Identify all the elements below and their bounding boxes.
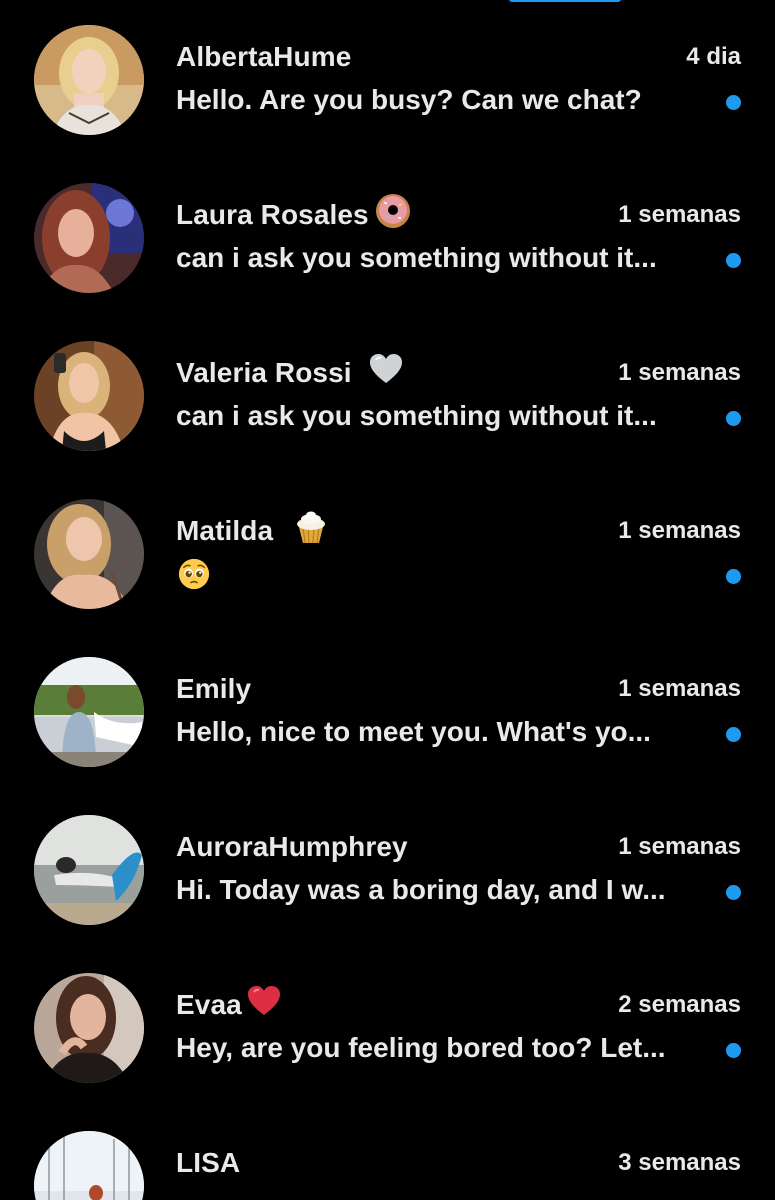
contact-name: Matilda [176,515,274,546]
conversation-row[interactable]: LISA 3 semanas [0,1106,775,1200]
white-heart-icon [370,354,402,383]
message-preview: Hey, are you feeling bored too? Let... [176,1032,666,1063]
timestamp: 1 semanas [618,833,741,860]
unread-indicator [726,1043,741,1058]
message-preview: Hi. Today was a boring day, and I w... [176,874,666,905]
conversation-row[interactable]: Evaa 2 semanas Hey, are you feeling bore… [0,948,775,1106]
timestamp: 1 semanas [618,675,741,702]
avatar[interactable] [34,657,144,767]
contact-name: AlbertaHume [176,41,352,72]
message-preview: can i ask you something without it... [176,400,657,431]
timestamp: 1 semanas [618,517,741,544]
cupcake-icon [297,511,325,544]
message-preview: Hello, nice to meet you. What's yo... [176,716,651,747]
avatar[interactable] [34,499,144,609]
contact-name: Valeria Rossi [176,357,352,388]
contact-name: Evaa [176,989,242,1020]
contact-name: Laura Rosales [176,199,369,230]
conversation-row[interactable]: AlbertaHume 4 dia Hello. Are you busy? C… [0,0,775,158]
unread-indicator [726,95,741,110]
unread-indicator [726,411,741,426]
conversation-row[interactable]: Laura Rosales 1 semanas can i ask you so… [0,158,775,316]
avatar[interactable] [34,815,144,925]
timestamp: 2 semanas [618,991,741,1018]
timestamp: 1 semanas [618,201,741,228]
conversation-row[interactable]: AuroraHumphrey 1 semanas Hi. Today was a… [0,790,775,948]
unread-indicator [726,569,741,584]
avatar[interactable] [34,973,144,1083]
avatar[interactable] [34,25,144,135]
contact-name: LISA [176,1147,241,1178]
timestamp: 1 semanas [618,359,741,386]
unread-indicator [726,727,741,742]
unread-indicator [726,253,741,268]
message-preview: can i ask you something without it... [176,242,657,273]
contact-name: AuroraHumphrey [176,831,408,862]
contact-name: Emily [176,673,252,704]
avatar[interactable] [34,1131,144,1200]
timestamp: 3 semanas [618,1149,741,1176]
donut-icon [376,194,410,228]
pleading-face-icon [178,558,210,590]
avatar[interactable] [34,341,144,451]
conversation-row[interactable]: Valeria Rossi 1 semanas can i ask you so… [0,316,775,474]
avatar[interactable] [34,183,144,293]
timestamp: 4 dia [686,43,741,70]
unread-indicator [726,885,741,900]
message-preview: Hello. Are you busy? Can we chat? [176,84,642,115]
red-heart-icon [248,986,280,1015]
conversation-row[interactable]: Matilda 1 semanas [0,474,775,632]
conversation-row[interactable]: Emily 1 semanas Hello, nice to meet you.… [0,632,775,790]
